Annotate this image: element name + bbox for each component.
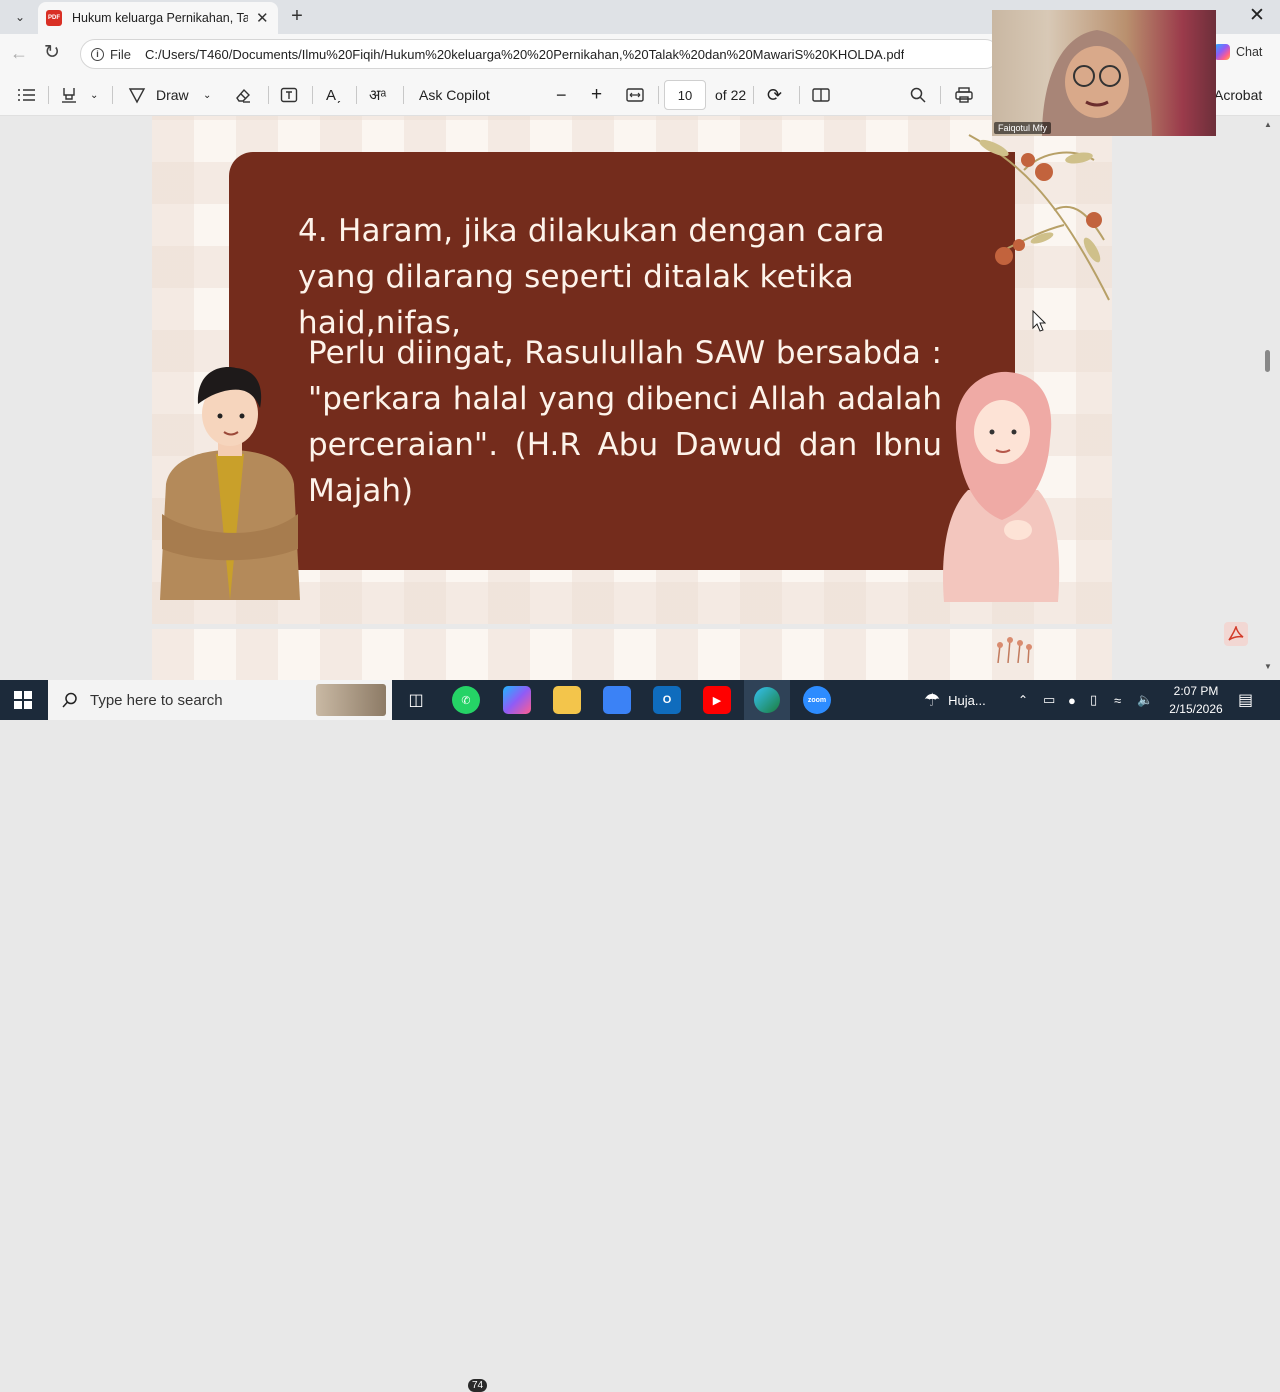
- outlook-icon[interactable]: O: [653, 686, 681, 714]
- whatsapp-unread-badge: 74: [468, 1379, 488, 1392]
- browser-tab-active[interactable]: PDF Hukum keluarga Pernikahan, Talak ✕: [38, 2, 278, 34]
- search-highlight-image: [316, 684, 386, 716]
- tab-title: Hukum keluarga Pernikahan, Talak: [72, 11, 248, 25]
- pdf-viewer[interactable]: 4. Haram, jika dilakukan dengan cara yan…: [0, 116, 1280, 680]
- draw-label: Draw: [156, 87, 189, 103]
- zoom-in-plus-icon[interactable]: +: [591, 74, 602, 116]
- draw-pen-icon: [128, 88, 146, 104]
- taskbar-search-placeholder: Type here to search: [90, 691, 223, 709]
- whatsapp-icon[interactable]: ✆: [452, 686, 480, 714]
- address-scheme-label: File: [110, 46, 131, 62]
- reload-icon[interactable]: ↻: [44, 41, 60, 64]
- site-info-icon[interactable]: i: [91, 47, 104, 61]
- page-number-input[interactable]: 10: [664, 80, 706, 110]
- toolbar-divider: [312, 86, 313, 104]
- show-hidden-icons-chevron-icon[interactable]: ⌃: [1018, 680, 1028, 720]
- task-view-icon[interactable]: ◫: [402, 686, 430, 714]
- clock-time: 2:07 PM: [1173, 684, 1219, 698]
- toolbar-divider: [48, 86, 49, 104]
- weather-widget[interactable]: ☂ Huja...: [924, 680, 986, 720]
- woman-hijab-illustration-image: [943, 371, 1060, 602]
- new-tab-plus-icon[interactable]: +: [284, 4, 310, 30]
- read-aloud-icon[interactable]: Aˏ: [326, 74, 341, 116]
- zoom-out-minus-icon[interactable]: −: [556, 74, 567, 116]
- rotate-icon[interactable]: ⟳: [767, 74, 782, 116]
- ask-copilot-button[interactable]: Ask Copilot: [419, 74, 490, 116]
- add-text-icon[interactable]: [280, 74, 298, 116]
- vertical-scrollbar[interactable]: [1262, 116, 1274, 680]
- back-arrow-icon[interactable]: ←: [10, 43, 28, 64]
- volume-speaker-icon[interactable]: 🔈: [1137, 680, 1153, 720]
- slide-hadith-text: Perlu diingat, Rasulullah SAW bersabda :…: [308, 335, 942, 509]
- file-explorer-icon[interactable]: [553, 686, 581, 714]
- mouse-cursor-icon: [1032, 310, 1046, 332]
- page-view-icon[interactable]: [812, 74, 830, 116]
- microphone-icon[interactable]: ●: [1068, 680, 1076, 720]
- find-search-icon[interactable]: [910, 74, 926, 116]
- notification-center-icon[interactable]: ▤: [1238, 680, 1253, 720]
- search-icon: [62, 692, 77, 708]
- scroll-up-arrow-icon[interactable]: ▲: [1264, 120, 1272, 129]
- microsoft-store-icon[interactable]: [603, 686, 631, 714]
- taskbar-search-box[interactable]: Type here to search: [48, 680, 392, 720]
- copilot-chat-button[interactable]: Chat: [1214, 44, 1262, 60]
- toolbar-divider: [753, 86, 754, 104]
- toolbar-divider: [658, 86, 659, 104]
- highlight-dropdown-chevron-icon[interactable]: ⌄: [90, 74, 98, 116]
- chat-label: Chat: [1236, 45, 1263, 59]
- fit-width-icon[interactable]: [626, 74, 644, 116]
- page-total-label: of 22: [715, 87, 747, 103]
- participant-name-label: Faiqotul Mfy: [994, 122, 1052, 134]
- floral-decoration-image: [968, 134, 1110, 301]
- print-icon[interactable]: [955, 74, 973, 116]
- toolbar-divider: [940, 86, 941, 104]
- acrobat-floating-icon[interactable]: [1224, 622, 1248, 646]
- address-url[interactable]: C:/Users/T460/Documents/Ilmu%20Fiqih/Huk…: [145, 47, 904, 62]
- copilot-app-icon[interactable]: [503, 686, 531, 714]
- highlight-marker-icon[interactable]: [60, 74, 78, 116]
- scrollbar-thumb[interactable]: [1265, 350, 1270, 372]
- windows-start-icon[interactable]: [14, 691, 32, 709]
- youtube-icon[interactable]: ▶: [703, 686, 731, 714]
- address-bar[interactable]: i File C:/Users/T460/Documents/Ilmu%20Fi…: [80, 39, 1000, 69]
- toolbar-divider: [403, 86, 404, 104]
- taskbar-clock[interactable]: 2:07 PM 2/15/2026: [1160, 682, 1232, 718]
- toolbar-divider: [268, 86, 269, 104]
- toolbar-divider: [356, 86, 357, 104]
- tab-actions-chevron-icon[interactable]: ⌄: [7, 5, 33, 29]
- window-close-icon[interactable]: ✕: [1244, 4, 1270, 27]
- participant-video-image: [1042, 30, 1152, 136]
- edge-icon-active[interactable]: [744, 680, 790, 720]
- translate-icon[interactable]: अᵃ: [369, 74, 386, 116]
- toolbar-divider: [799, 86, 800, 104]
- slide-point-text: 4. Haram, jika dilakukan dengan cara yan…: [298, 213, 885, 341]
- pdf-page: 4. Haram, jika dilakukan dengan cara yan…: [152, 116, 1112, 624]
- battery-icon[interactable]: ▯: [1090, 680, 1097, 720]
- draw-dropdown-chevron-icon[interactable]: ⌄: [203, 74, 211, 116]
- floral-decoration-image: [997, 637, 1032, 663]
- windows-taskbar: Type here to search ◫ ✆ O ▶ zoom 74 ☂ Hu…: [0, 680, 1280, 1392]
- wifi-icon[interactable]: ≈: [1114, 680, 1121, 720]
- scroll-down-arrow-icon[interactable]: ▼: [1264, 662, 1272, 671]
- meet-now-icon[interactable]: ▭: [1043, 680, 1055, 720]
- pdf-next-page: [152, 629, 1112, 680]
- tab-close-icon[interactable]: ✕: [256, 9, 269, 27]
- eraser-icon[interactable]: [234, 74, 252, 116]
- toolbar-divider: [112, 86, 113, 104]
- man-illustration-image: [160, 367, 300, 600]
- weather-label: Huja...: [948, 692, 986, 708]
- webcam-video-overlay: Faiqotul Mfy: [992, 10, 1216, 136]
- pdf-file-icon: PDF: [46, 10, 62, 26]
- clock-date: 2/15/2026: [1169, 702, 1223, 716]
- draw-button[interactable]: Draw: [128, 74, 189, 116]
- acrobat-label[interactable]: Acrobat: [1214, 74, 1262, 116]
- rain-umbrella-icon: ☂: [924, 689, 941, 710]
- copilot-logo-icon: [1214, 44, 1230, 60]
- contents-list-icon[interactable]: [18, 74, 36, 116]
- zoom-icon[interactable]: zoom: [803, 686, 831, 714]
